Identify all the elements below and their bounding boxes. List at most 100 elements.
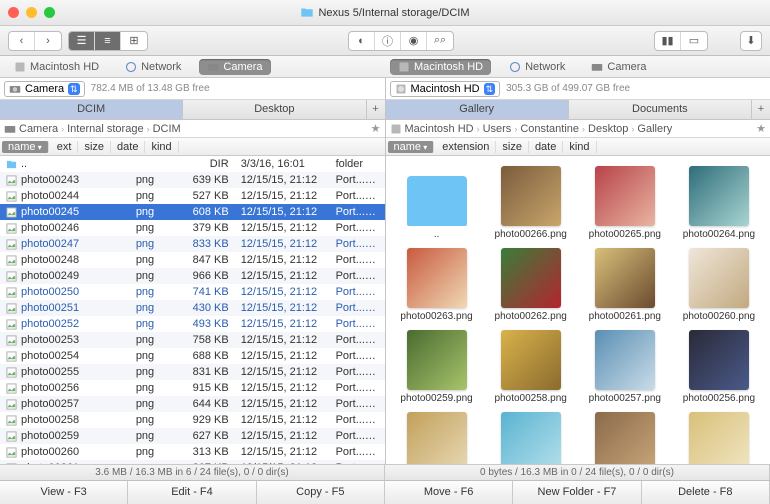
file-thumb[interactable]: photo00252.png [678, 412, 760, 464]
right-breadcrumb[interactable]: Macintosh HD›Users›Constantine›Desktop›G… [386, 120, 770, 138]
file-thumb[interactable]: photo00263.png [396, 248, 478, 322]
column-header-date[interactable]: date [529, 141, 563, 153]
device-tab-camera[interactable]: Camera [583, 59, 654, 75]
table-row[interactable]: photo00253png758 KB12/15/15, 21:12Port..… [0, 332, 385, 348]
device-tab-macintosh-hd[interactable]: Macintosh HD [390, 59, 491, 75]
tab-dcim[interactable]: DCIM [0, 100, 183, 119]
column-header-kind[interactable]: kind [145, 141, 178, 153]
column-header-name[interactable]: name [2, 141, 49, 153]
breadcrumb-segment[interactable]: Constantine [520, 123, 579, 135]
device-tab-network[interactable]: Network [501, 59, 573, 75]
table-row[interactable]: photo00258png929 KB12/15/15, 21:12Port..… [0, 412, 385, 428]
favorite-star-icon[interactable]: ★ [756, 122, 766, 135]
column-header-size[interactable]: size [496, 141, 529, 153]
preview-icon[interactable]: ◉ [401, 32, 427, 50]
dual-pane-icon[interactable]: ▭ [681, 32, 707, 50]
table-row[interactable]: photo00245png608 KB12/15/15, 21:12Port..… [0, 204, 385, 220]
left-volume-select[interactable]: Camera ⇅ [4, 81, 85, 97]
toggle-icon[interactable]: ◐ [349, 32, 375, 50]
left-breadcrumb[interactable]: Camera›Internal storage›DCIM★ [0, 120, 385, 138]
column-header-size[interactable]: size [78, 141, 111, 153]
table-row[interactable]: photo00244png527 KB12/15/15, 21:12Port..… [0, 188, 385, 204]
device-tab-camera[interactable]: Camera [199, 59, 270, 75]
table-row[interactable]: photo00243png639 KB12/15/15, 21:12Port..… [0, 172, 385, 188]
file-thumb[interactable]: photo00261.png [584, 248, 666, 322]
file-thumb[interactable]: photo00257.png [584, 330, 666, 404]
command-new[interactable]: New Folder - F7 [513, 481, 641, 504]
breadcrumb-segment[interactable]: Internal storage [67, 123, 143, 135]
file-thumb[interactable]: photo00264.png [678, 166, 760, 240]
view-list-icon[interactable]: ☰ [69, 32, 95, 50]
column-header-kind[interactable]: kind [563, 141, 596, 153]
binoculars-icon[interactable]: ⌕⌕ [427, 32, 453, 50]
column-header-name[interactable]: name [388, 141, 435, 153]
file-thumb[interactable]: photo00253.png [584, 412, 666, 464]
table-row[interactable]: photo00248png847 KB12/15/15, 21:12Port..… [0, 252, 385, 268]
tab-gallery[interactable]: Gallery [386, 100, 569, 119]
device-tab-macintosh-hd[interactable]: Macintosh HD [6, 59, 107, 75]
breadcrumb-segment[interactable]: Users [483, 123, 512, 135]
file-thumb[interactable]: photo00262.png [490, 248, 572, 322]
new-tab-button[interactable]: + [367, 100, 385, 119]
table-row[interactable]: photo00259png627 KB12/15/15, 21:12Port..… [0, 428, 385, 444]
close-button[interactable] [8, 7, 19, 18]
device-tabs-row: Macintosh HD Network Camera Macintosh HD Ne… [0, 56, 770, 78]
layout-segment[interactable]: ▮▮ ▭ [654, 31, 708, 51]
file-thumb[interactable]: photo00265.png [584, 166, 666, 240]
column-header-ext[interactable]: ext [51, 141, 79, 153]
info-icon[interactable]: ⓘ [375, 32, 401, 50]
device-tab-network[interactable]: Network [117, 59, 189, 75]
table-row[interactable]: photo00252png493 KB12/15/15, 21:12Port..… [0, 316, 385, 332]
view-columns-icon[interactable]: ≡ [95, 32, 121, 50]
file-thumb[interactable]: photo00266.png [490, 166, 572, 240]
folder-thumb[interactable]: .. [396, 166, 478, 240]
table-row[interactable]: photo00256png915 KB12/15/15, 21:12Port..… [0, 380, 385, 396]
command-move[interactable]: Move - F6 [385, 481, 513, 504]
forward-icon[interactable]: › [35, 32, 61, 50]
download-button[interactable]: ⬇ [740, 31, 762, 51]
table-row[interactable]: photo00250png741 KB12/15/15, 21:12Port..… [0, 284, 385, 300]
tab-documents[interactable]: Documents [569, 100, 752, 119]
column-header-extension[interactable]: extension [436, 141, 496, 153]
column-header-date[interactable]: date [111, 141, 145, 153]
single-pane-icon[interactable]: ▮▮ [655, 32, 681, 50]
table-row[interactable]: ..DIR3/3/16, 16:01folder [0, 156, 385, 172]
breadcrumb-segment[interactable]: Macintosh HD [405, 123, 474, 135]
nav-back-forward[interactable]: ‹ › [8, 31, 62, 51]
table-row[interactable]: photo00251png430 KB12/15/15, 21:12Port..… [0, 300, 385, 316]
file-thumb[interactable]: photo00256.png [678, 330, 760, 404]
zoom-button[interactable] [44, 7, 55, 18]
file-thumb[interactable]: photo00258.png [490, 330, 572, 404]
command-view[interactable]: View - F3 [0, 481, 128, 504]
right-column-headers[interactable]: nameextensionsizedatekind [386, 138, 770, 156]
table-row[interactable]: photo00257png644 KB12/15/15, 21:12Port..… [0, 396, 385, 412]
breadcrumb-segment[interactable]: Camera [19, 123, 58, 135]
file-thumb[interactable]: photo00259.png [396, 330, 478, 404]
right-volume-select[interactable]: Macintosh HD ⇅ [390, 81, 501, 97]
tab-desktop[interactable]: Desktop [183, 100, 366, 119]
file-thumb[interactable]: photo00260.png [678, 248, 760, 322]
table-row[interactable]: photo00254png688 KB12/15/15, 21:12Port..… [0, 348, 385, 364]
back-icon[interactable]: ‹ [9, 32, 35, 50]
table-row[interactable]: photo00255png831 KB12/15/15, 21:12Port..… [0, 364, 385, 380]
left-column-headers[interactable]: nameextsizedatekind [0, 138, 385, 156]
left-file-list[interactable]: ..DIR3/3/16, 16:01folderphoto00243png639… [0, 156, 385, 464]
new-tab-button[interactable]: + [752, 100, 770, 119]
table-row[interactable]: photo00246png379 KB12/15/15, 21:12Port..… [0, 220, 385, 236]
view-mode-segment[interactable]: ☰ ≡ ⊞ [68, 31, 148, 51]
right-icon-grid[interactable]: ..photo00266.pngphoto00265.pngphoto00264… [386, 156, 770, 464]
command-copy[interactable]: Copy - F5 [257, 481, 385, 504]
command-edit[interactable]: Edit - F4 [128, 481, 256, 504]
table-row[interactable]: photo00247png833 KB12/15/15, 21:12Port..… [0, 236, 385, 252]
favorite-star-icon[interactable]: ★ [371, 122, 381, 135]
breadcrumb-segment[interactable]: Gallery [637, 123, 672, 135]
table-row[interactable]: photo00260png313 KB12/15/15, 21:12Port..… [0, 444, 385, 460]
file-thumb[interactable]: photo00255.png [396, 412, 478, 464]
breadcrumb-segment[interactable]: Desktop [588, 123, 628, 135]
command-delete[interactable]: Delete - F8 [642, 481, 770, 504]
view-grid-icon[interactable]: ⊞ [121, 32, 147, 50]
breadcrumb-segment[interactable]: DCIM [153, 123, 181, 135]
file-thumb[interactable]: photo00254.png [490, 412, 572, 464]
table-row[interactable]: photo00249png966 KB12/15/15, 21:12Port..… [0, 268, 385, 284]
minimize-button[interactable] [26, 7, 37, 18]
